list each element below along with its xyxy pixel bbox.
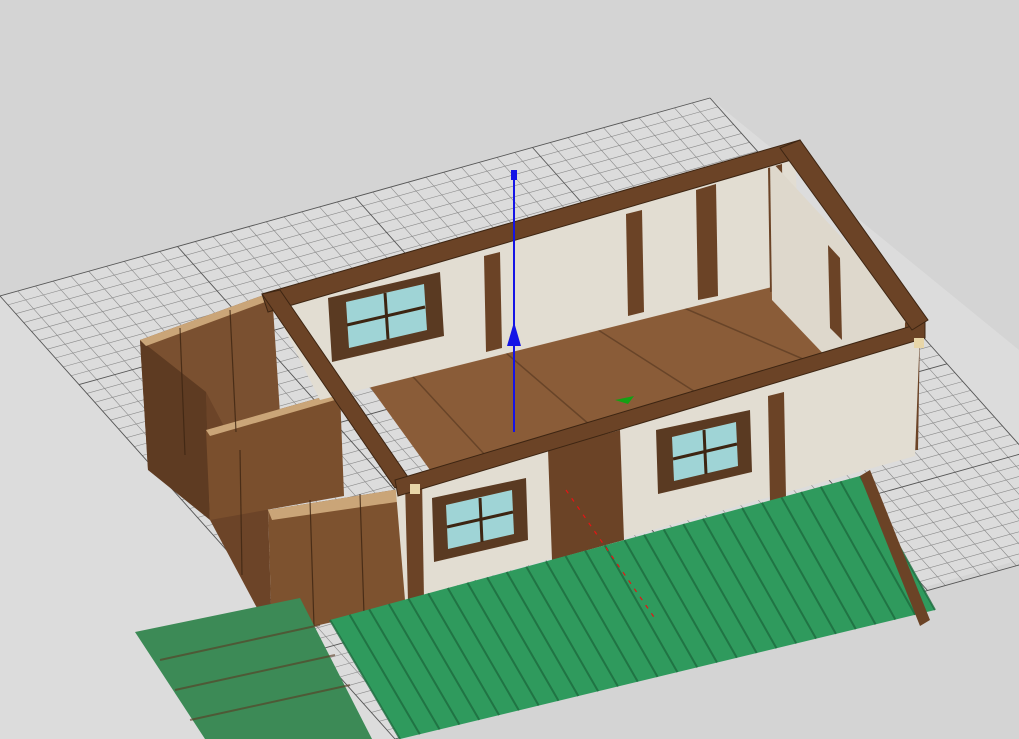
3d-viewport[interactable] — [0, 0, 1019, 739]
front-doorway — [548, 430, 624, 560]
z-axis-handle[interactable] — [511, 170, 517, 180]
scene-canvas[interactable] — [0, 0, 1019, 739]
